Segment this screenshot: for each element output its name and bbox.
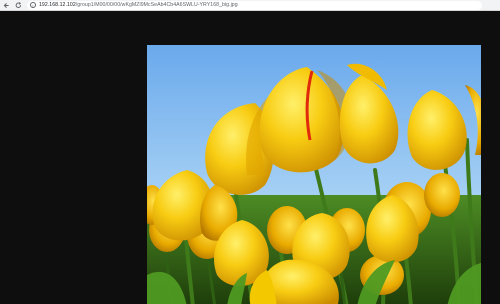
reload-icon bbox=[15, 1, 22, 9]
url-host: 192.168.12.102 bbox=[39, 2, 76, 8]
arrow-left-icon bbox=[3, 2, 10, 9]
url-path: /group1/M00/00/00/wKgMZl9McSeAb4Cb4A6SWL… bbox=[75, 2, 238, 8]
url-text[interactable]: 192.168.12.102/group1/M00/00/00/wKgMZl9M… bbox=[39, 2, 238, 8]
site-info-icon[interactable]: i bbox=[30, 2, 36, 8]
browser-toolbar: i 192.168.12.102/group1/M00/00/00/wKgMZl… bbox=[0, 0, 500, 11]
reload-button[interactable] bbox=[12, 0, 24, 11]
page-viewport bbox=[0, 11, 500, 304]
back-button[interactable] bbox=[0, 0, 12, 11]
browser-window: i 192.168.12.102/group1/M00/00/00/wKgMZl… bbox=[0, 0, 500, 304]
tulips-illustration bbox=[147, 45, 481, 304]
address-bar[interactable]: i 192.168.12.102/group1/M00/00/00/wKgMZl… bbox=[27, 0, 482, 10]
tulips-image bbox=[147, 45, 481, 304]
